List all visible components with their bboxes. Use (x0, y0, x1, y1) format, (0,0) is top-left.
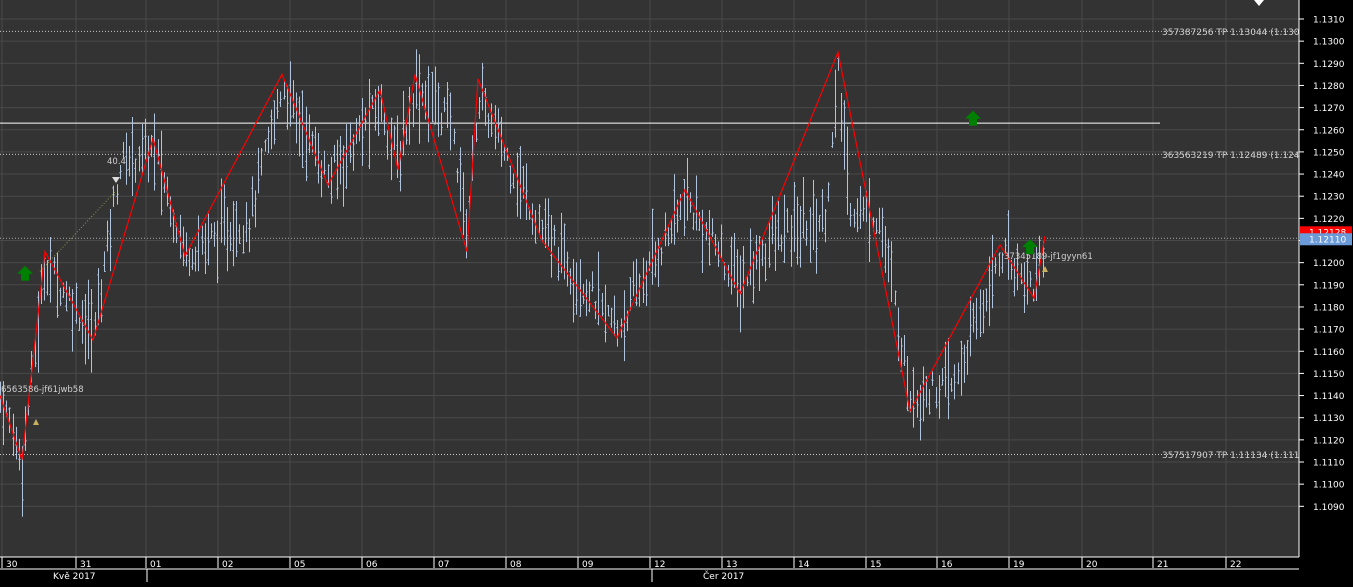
price-tick-label: 1.1310 (1313, 16, 1345, 26)
annotation-label: 40.4 (107, 157, 126, 167)
annotation-label: 6563586-jf61jwb58 (1, 385, 84, 395)
month-label: Čer 2017 (703, 570, 744, 582)
price-tick-label: 1.1200 (1313, 259, 1345, 269)
current-price-tag-text: 1.12110 (1309, 235, 1346, 245)
price-tick-label: 1.1110 (1313, 459, 1345, 469)
tp-label: 357517907 TP 1.11134 (1.11134) (1162, 451, 1315, 461)
month-label: Kvě 2017 (53, 572, 96, 582)
tp-label: 363563219 TP 1.12489 (1.12489) (1162, 151, 1315, 161)
price-tick-label: 1.1190 (1313, 281, 1345, 291)
chart-window[interactable]: 357387256 TP 1.13044 (1.13044) 363563219 … (0, 0, 1353, 582)
current-price-tag: 1.12110 (1300, 233, 1352, 246)
price-tick-label: 1.1290 (1313, 60, 1345, 70)
tp-label: 357387256 TP 1.13044 (1.13044) (1162, 28, 1315, 38)
price-tick-label: 1.1100 (1313, 481, 1345, 491)
price-tick-label: 1.1270 (1313, 104, 1345, 114)
price-tick-label: 1.1180 (1313, 303, 1345, 313)
price-tick-label: 1.1230 (1313, 193, 1345, 203)
price-tick-label: 1.1240 (1313, 171, 1345, 181)
price-chart[interactable]: 357387256 TP 1.13044 (1.13044) 363563219 … (0, 0, 1353, 582)
price-tick-label: 1.1090 (1313, 503, 1345, 513)
price-tick-label: 1.1150 (1313, 370, 1345, 380)
price-tick-label: 1.1170 (1313, 326, 1345, 336)
price-tick-label: 1.1300 (1313, 38, 1345, 48)
price-tick-label: 1.1260 (1313, 126, 1345, 136)
annotation-label: 37345189-jf1gyyn61 (1004, 252, 1093, 262)
price-tick-label: 1.1220 (1313, 215, 1345, 225)
price-tick-label: 1.1160 (1313, 348, 1345, 358)
price-tick-label: 1.1250 (1313, 148, 1345, 158)
price-tick-label: 1.1140 (1313, 392, 1345, 402)
price-tick-label: 1.1120 (1313, 436, 1345, 446)
price-tick-label: 1.1130 (1313, 414, 1345, 424)
price-tick-label: 1.1280 (1313, 82, 1345, 92)
